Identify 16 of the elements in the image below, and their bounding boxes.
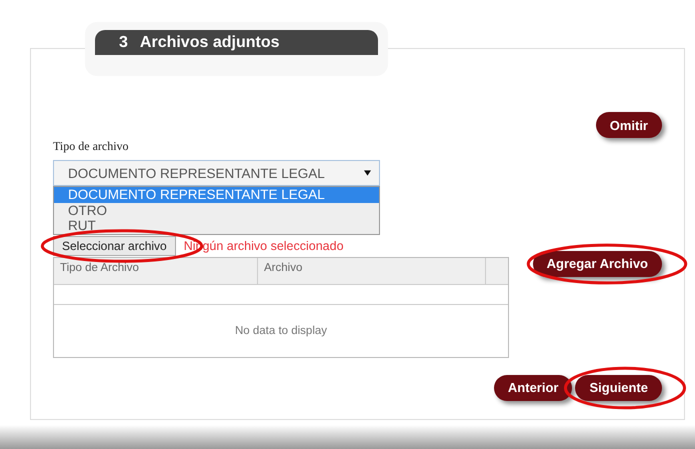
add-file-button[interactable]: Agregar Archivo bbox=[532, 250, 662, 276]
section-number: 3 bbox=[119, 34, 128, 52]
dropdown-option[interactable]: OTRO bbox=[54, 202, 379, 218]
column-header: Archivo bbox=[258, 258, 486, 284]
next-button[interactable]: Siguiente bbox=[575, 374, 662, 400]
column-header: Tipo de Archivo bbox=[54, 258, 258, 284]
file-type-select[interactable]: DOCUMENTO REPRESENTANTE LEGAL bbox=[53, 160, 380, 186]
skip-button[interactable]: Omitir bbox=[596, 112, 662, 138]
section-title: Archivos adjuntos bbox=[140, 34, 280, 52]
previous-button[interactable]: Anterior bbox=[494, 374, 572, 400]
empty-message: No data to display bbox=[234, 324, 328, 338]
dropdown-option[interactable]: DOCUMENTO REPRESENTANTE LEGAL bbox=[54, 187, 379, 202]
choose-file-button[interactable]: Seleccionar archivo bbox=[53, 236, 176, 256]
field-label: Tipo de archivo bbox=[53, 139, 130, 154]
caret-icon bbox=[364, 170, 371, 176]
dropdown-option[interactable]: RUT bbox=[54, 218, 379, 234]
